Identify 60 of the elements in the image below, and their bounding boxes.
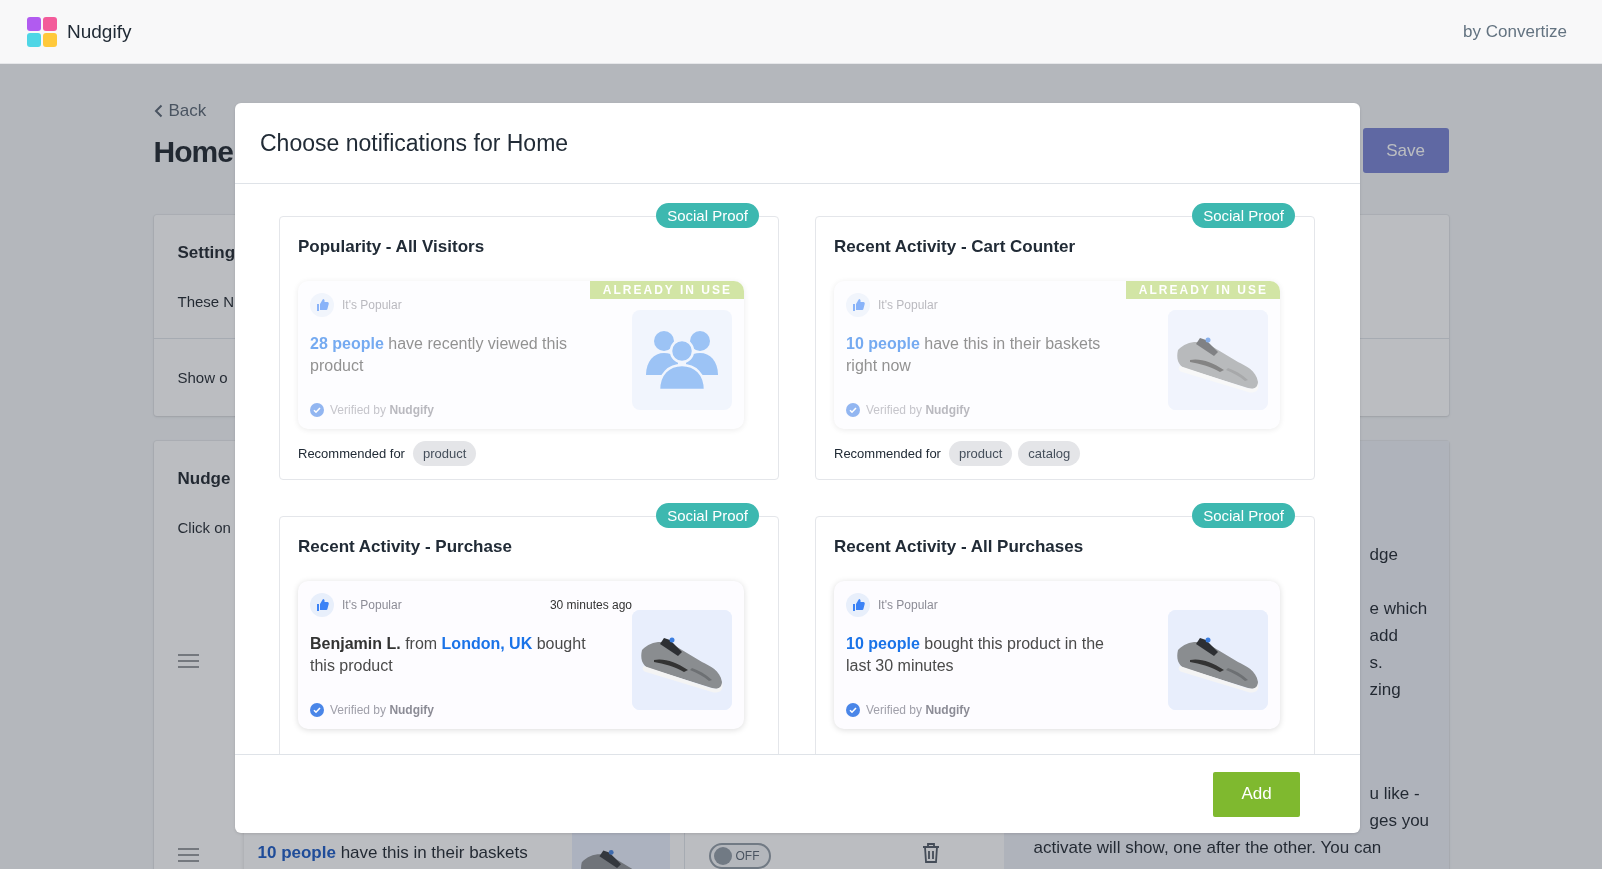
drag-handle-icon[interactable]: [177, 848, 199, 862]
category-badge: Social Proof: [656, 203, 759, 228]
preview-message: 10 people have this in their baskets right now: [846, 334, 1102, 376]
notification-title: Recent Activity - All Purchases: [834, 537, 1084, 557]
in-use-label: ALREADY IN USE: [589, 281, 744, 299]
logo-icon: [27, 16, 57, 47]
preview-header: It's Popular: [878, 598, 938, 612]
thumbs-up-icon: [310, 593, 334, 617]
help-text: ges you: [1369, 811, 1430, 830]
category-badge: Social Proof: [656, 503, 759, 528]
help-text: s.: [1369, 653, 1383, 672]
trash-icon[interactable]: [921, 843, 940, 863]
thumbs-up-icon: [846, 293, 870, 317]
preview-message: 10 people bought this product in the last 30 minutes: [846, 634, 1105, 676]
preview-header: It's Popular: [878, 298, 938, 312]
check-circle-icon: [310, 403, 324, 417]
notification-title: Recent Activity - Purchase: [298, 537, 512, 557]
check-circle-icon: [846, 703, 860, 717]
thumbs-up-icon: [310, 293, 334, 317]
category-badge: Social Proof: [1192, 203, 1295, 228]
card-text: Click on: [177, 519, 231, 536]
preview-message: Benjamin L. from London, UK bought this product: [310, 634, 587, 676]
preview-message: 28 people have recently viewed this product: [310, 334, 568, 376]
setting-label: Show o: [177, 369, 228, 386]
notification-title: Popularity - All Visitors: [298, 237, 485, 257]
category-badge: Social Proof: [1192, 503, 1295, 528]
check-circle-icon: [310, 703, 324, 717]
help-text: zing: [1369, 680, 1401, 699]
page-type-tag: catalog: [1018, 441, 1081, 466]
page-title: Home: [153, 135, 233, 169]
help-text: activate will show, one after the other. You can: [1033, 838, 1382, 857]
help-text: add: [1369, 626, 1398, 645]
recommended-label: Recommended for: [834, 446, 941, 461]
preview-header: It's Popular: [342, 598, 402, 612]
verified-text: Verified by Nudgify: [330, 703, 435, 717]
brand-name: Nudgify: [67, 20, 132, 43]
in-use-label: ALREADY IN USE: [1125, 281, 1280, 299]
toggle-switch[interactable]: OFF: [708, 843, 771, 869]
chevron-left-icon: [153, 104, 163, 118]
page-type-tag: product: [948, 441, 1013, 466]
back-link[interactable]: Back: [153, 101, 233, 121]
card-text: These N: [177, 293, 235, 310]
help-text: dge: [1369, 545, 1398, 564]
modal-title: Choose notifications for Home: [260, 129, 569, 157]
byline: by Convertize: [1463, 21, 1567, 42]
preview-header: It's Popular: [342, 298, 402, 312]
check-circle-icon: [846, 403, 860, 417]
recommended-label: Recommended for: [298, 446, 405, 461]
verified-text: Verified by Nudgify: [866, 703, 971, 717]
card-title: Nudge: [177, 469, 231, 489]
page-type-tag: product: [412, 441, 477, 466]
notification-title: Recent Activity - Cart Counter: [834, 237, 1076, 257]
help-text: e which: [1369, 599, 1428, 618]
thumbs-up-icon: [846, 593, 870, 617]
users-icon: [646, 330, 718, 390]
nudge-message: 10 people have this in their baskets: [257, 843, 529, 863]
drag-handle-icon[interactable]: [177, 654, 199, 668]
card-title: Setting: [177, 243, 236, 263]
help-text: u like -: [1369, 784, 1420, 803]
timestamp: 30 minutes ago: [549, 598, 632, 612]
